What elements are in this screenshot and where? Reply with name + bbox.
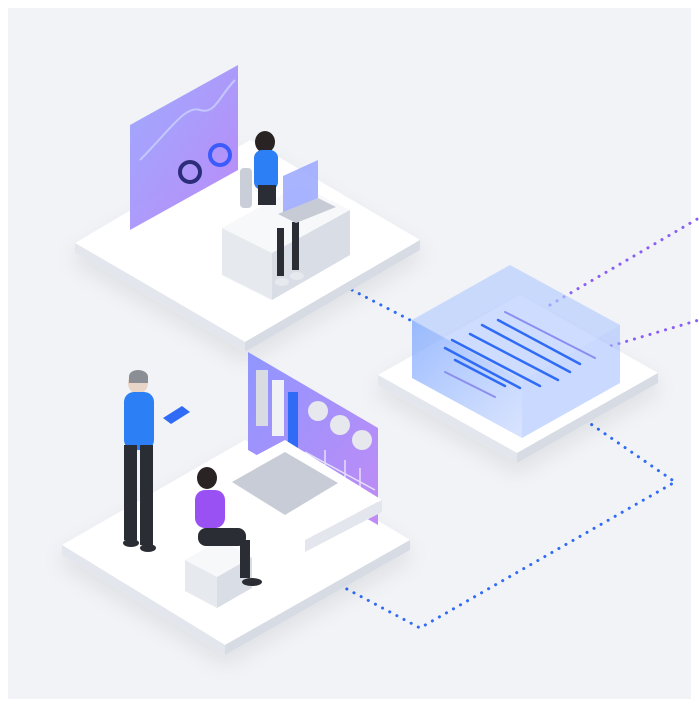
isometric-illustration: [8, 8, 699, 699]
